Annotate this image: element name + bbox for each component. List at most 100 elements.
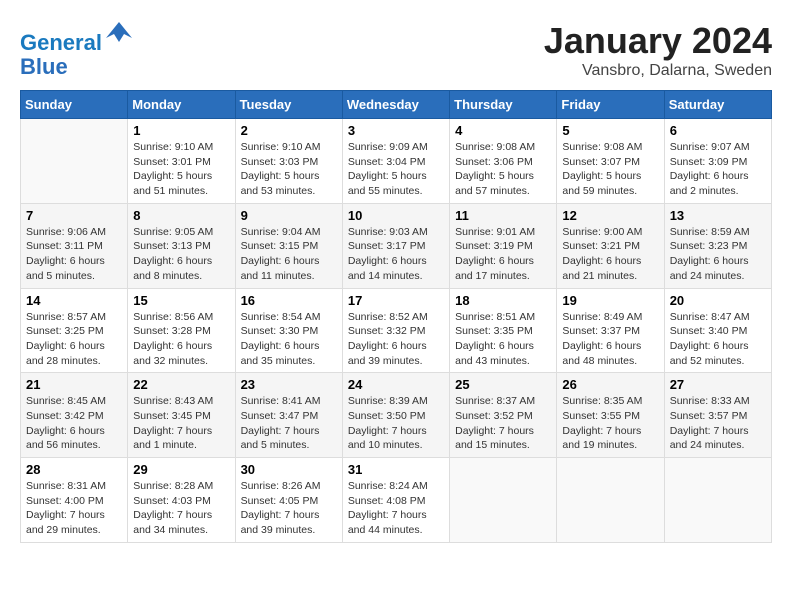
calendar-cell: 6 Sunrise: 9:07 AM Sunset: 3:09 PM Daylig…: [664, 119, 771, 204]
logo-general: General: [20, 30, 102, 55]
day-number: 7: [26, 208, 122, 223]
day-info: Sunrise: 8:35 AM Sunset: 3:55 PM Dayligh…: [562, 394, 658, 453]
day-number: 6: [670, 123, 766, 138]
day-number: 5: [562, 123, 658, 138]
day-info: Sunrise: 8:24 AM Sunset: 4:08 PM Dayligh…: [348, 479, 444, 538]
day-info: Sunrise: 9:08 AM Sunset: 3:06 PM Dayligh…: [455, 140, 551, 199]
day-info: Sunrise: 8:45 AM Sunset: 3:42 PM Dayligh…: [26, 394, 122, 453]
calendar-table: SundayMondayTuesdayWednesdayThursdayFrid…: [20, 90, 772, 543]
calendar-cell: 30 Sunrise: 8:26 AM Sunset: 4:05 PM Dayli…: [235, 458, 342, 543]
calendar-cell: 31 Sunrise: 8:24 AM Sunset: 4:08 PM Dayli…: [342, 458, 449, 543]
calendar-cell: 14Sunrise: 8:57 AM Sunset: 3:25 PM Dayli…: [21, 288, 128, 373]
calendar-cell: 22 Sunrise: 8:43 AM Sunset: 3:45 PM Dayli…: [128, 373, 235, 458]
day-number: 31: [348, 462, 444, 477]
calendar-cell: 5Sunrise: 9:08 AM Sunset: 3:07 PM Daylig…: [557, 119, 664, 204]
col-header-thursday: Thursday: [450, 91, 557, 119]
calendar-cell: 17 Sunrise: 8:52 AM Sunset: 3:32 PM Dayli…: [342, 288, 449, 373]
calendar-cell: [21, 119, 128, 204]
col-header-friday: Friday: [557, 91, 664, 119]
calendar-cell: 10 Sunrise: 9:03 AM Sunset: 3:17 PM Dayli…: [342, 203, 449, 288]
day-info: Sunrise: 9:00 AM Sunset: 3:21 PM Dayligh…: [562, 225, 658, 284]
calendar-cell: 24 Sunrise: 8:39 AM Sunset: 3:50 PM Dayli…: [342, 373, 449, 458]
day-info: Sunrise: 9:10 AM Sunset: 3:03 PM Dayligh…: [241, 140, 337, 199]
day-info: Sunrise: 9:05 AM Sunset: 3:13 PM Dayligh…: [133, 225, 229, 284]
calendar-cell: 4Sunrise: 9:08 AM Sunset: 3:06 PM Daylig…: [450, 119, 557, 204]
day-number: 15: [133, 293, 229, 308]
column-headers-row: SundayMondayTuesdayWednesdayThursdayFrid…: [21, 91, 772, 119]
day-info: Sunrise: 8:31 AM Sunset: 4:00 PM Dayligh…: [26, 479, 122, 538]
day-info: Sunrise: 9:01 AM Sunset: 3:19 PM Dayligh…: [455, 225, 551, 284]
day-number: 20: [670, 293, 766, 308]
day-info: Sunrise: 9:03 AM Sunset: 3:17 PM Dayligh…: [348, 225, 444, 284]
calendar-cell: 9Sunrise: 9:04 AM Sunset: 3:15 PM Daylig…: [235, 203, 342, 288]
calendar-cell: 2 Sunrise: 9:10 AM Sunset: 3:03 PM Daylig…: [235, 119, 342, 204]
day-info: Sunrise: 9:07 AM Sunset: 3:09 PM Dayligh…: [670, 140, 766, 199]
day-info: Sunrise: 9:09 AM Sunset: 3:04 PM Dayligh…: [348, 140, 444, 199]
calendar-cell: 20 Sunrise: 8:47 AM Sunset: 3:40 PM Dayli…: [664, 288, 771, 373]
day-number: 29: [133, 462, 229, 477]
month-year-title: January 2024: [544, 20, 772, 62]
day-info: Sunrise: 8:56 AM Sunset: 3:28 PM Dayligh…: [133, 310, 229, 369]
location-subtitle: Vansbro, Dalarna, Sweden: [544, 62, 772, 80]
day-number: 22: [133, 377, 229, 392]
day-info: Sunrise: 8:51 AM Sunset: 3:35 PM Dayligh…: [455, 310, 551, 369]
calendar-week-row: 7 Sunrise: 9:06 AM Sunset: 3:11 PM Daylig…: [21, 203, 772, 288]
day-number: 16: [241, 293, 337, 308]
calendar-cell: [450, 458, 557, 543]
calendar-cell: 28Sunrise: 8:31 AM Sunset: 4:00 PM Dayli…: [21, 458, 128, 543]
day-info: Sunrise: 9:04 AM Sunset: 3:15 PM Dayligh…: [241, 225, 337, 284]
day-number: 25: [455, 377, 551, 392]
day-info: Sunrise: 8:49 AM Sunset: 3:37 PM Dayligh…: [562, 310, 658, 369]
day-info: Sunrise: 8:26 AM Sunset: 4:05 PM Dayligh…: [241, 479, 337, 538]
calendar-cell: 11 Sunrise: 9:01 AM Sunset: 3:19 PM Dayli…: [450, 203, 557, 288]
calendar-cell: 21 Sunrise: 8:45 AM Sunset: 3:42 PM Dayli…: [21, 373, 128, 458]
day-info: Sunrise: 9:06 AM Sunset: 3:11 PM Dayligh…: [26, 225, 122, 284]
day-number: 21: [26, 377, 122, 392]
calendar-week-row: 1Sunrise: 9:10 AM Sunset: 3:01 PM Daylig…: [21, 119, 772, 204]
day-number: 30: [241, 462, 337, 477]
day-number: 11: [455, 208, 551, 223]
calendar-cell: 8 Sunrise: 9:05 AM Sunset: 3:13 PM Daylig…: [128, 203, 235, 288]
calendar-cell: 15 Sunrise: 8:56 AM Sunset: 3:28 PM Dayli…: [128, 288, 235, 373]
calendar-cell: 23Sunrise: 8:41 AM Sunset: 3:47 PM Dayli…: [235, 373, 342, 458]
day-number: 10: [348, 208, 444, 223]
calendar-cell: 26 Sunrise: 8:35 AM Sunset: 3:55 PM Dayli…: [557, 373, 664, 458]
day-number: 26: [562, 377, 658, 392]
day-number: 14: [26, 293, 122, 308]
page-header: General Blue January 2024 Vansbro, Dalar…: [20, 20, 772, 80]
title-area: January 2024 Vansbro, Dalarna, Sweden: [544, 20, 772, 80]
day-number: 2: [241, 123, 337, 138]
calendar-cell: 7 Sunrise: 9:06 AM Sunset: 3:11 PM Daylig…: [21, 203, 128, 288]
day-info: Sunrise: 8:47 AM Sunset: 3:40 PM Dayligh…: [670, 310, 766, 369]
logo: General Blue: [20, 20, 134, 79]
day-number: 24: [348, 377, 444, 392]
calendar-cell: [664, 458, 771, 543]
day-info: Sunrise: 8:52 AM Sunset: 3:32 PM Dayligh…: [348, 310, 444, 369]
day-info: Sunrise: 9:10 AM Sunset: 3:01 PM Dayligh…: [133, 140, 229, 199]
day-info: Sunrise: 8:54 AM Sunset: 3:30 PM Dayligh…: [241, 310, 337, 369]
day-number: 27: [670, 377, 766, 392]
calendar-cell: 25Sunrise: 8:37 AM Sunset: 3:52 PM Dayli…: [450, 373, 557, 458]
day-info: Sunrise: 8:39 AM Sunset: 3:50 PM Dayligh…: [348, 394, 444, 453]
calendar-week-row: 28Sunrise: 8:31 AM Sunset: 4:00 PM Dayli…: [21, 458, 772, 543]
day-number: 18: [455, 293, 551, 308]
logo-bird-icon: [104, 20, 134, 50]
calendar-cell: 29 Sunrise: 8:28 AM Sunset: 4:03 PM Dayli…: [128, 458, 235, 543]
day-info: Sunrise: 8:28 AM Sunset: 4:03 PM Dayligh…: [133, 479, 229, 538]
day-number: 19: [562, 293, 658, 308]
calendar-cell: [557, 458, 664, 543]
day-info: Sunrise: 8:43 AM Sunset: 3:45 PM Dayligh…: [133, 394, 229, 453]
day-number: 13: [670, 208, 766, 223]
day-number: 8: [133, 208, 229, 223]
col-header-monday: Monday: [128, 91, 235, 119]
col-header-wednesday: Wednesday: [342, 91, 449, 119]
day-info: Sunrise: 8:41 AM Sunset: 3:47 PM Dayligh…: [241, 394, 337, 453]
calendar-cell: 27Sunrise: 8:33 AM Sunset: 3:57 PM Dayli…: [664, 373, 771, 458]
calendar-week-row: 21 Sunrise: 8:45 AM Sunset: 3:42 PM Dayli…: [21, 373, 772, 458]
calendar-cell: 16 Sunrise: 8:54 AM Sunset: 3:30 PM Dayli…: [235, 288, 342, 373]
col-header-tuesday: Tuesday: [235, 91, 342, 119]
day-number: 3: [348, 123, 444, 138]
day-number: 12: [562, 208, 658, 223]
calendar-cell: 3 Sunrise: 9:09 AM Sunset: 3:04 PM Daylig…: [342, 119, 449, 204]
day-number: 17: [348, 293, 444, 308]
